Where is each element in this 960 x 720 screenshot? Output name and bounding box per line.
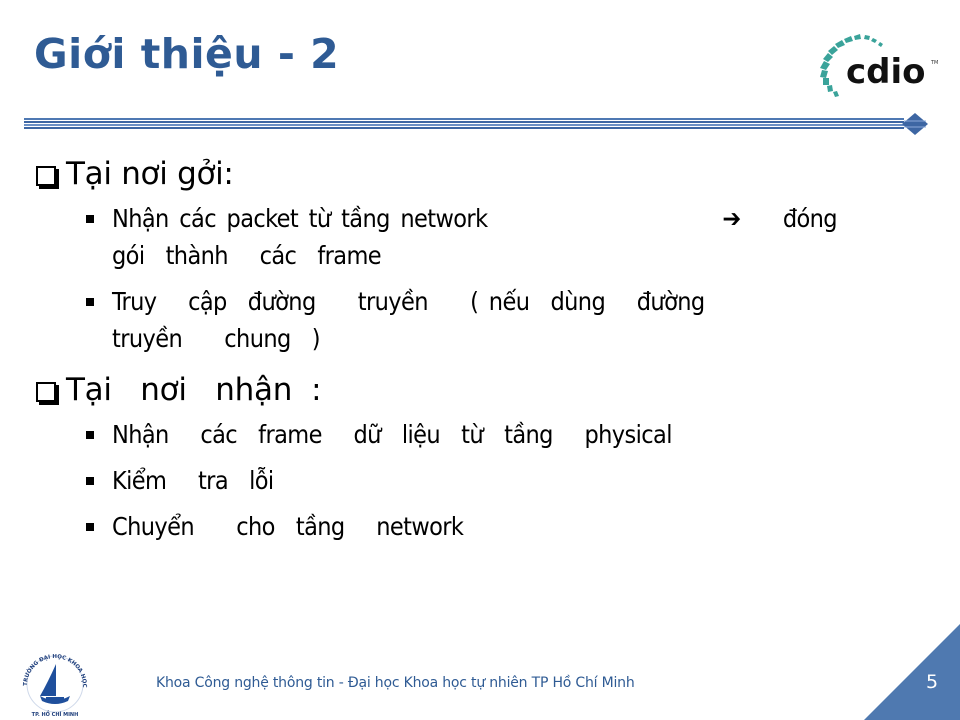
list-item: Chuyển cho tầng network	[36, 508, 866, 545]
square-bullet-icon	[86, 477, 94, 485]
square-bullet-icon	[86, 523, 94, 531]
arrow-right-icon: ➔	[722, 204, 741, 233]
square-bullet-icon	[86, 431, 94, 439]
page-number: 5	[926, 671, 939, 693]
slide-content: Tại nơi gởi: Nhận các packet từ tầng net…	[36, 150, 866, 554]
cdio-logo: cdio TM	[820, 34, 938, 97]
list-item: Nhận các packet từ tầng network ➔ đóng g…	[36, 200, 866, 274]
item-text: truyền chung )	[112, 324, 321, 353]
item-text: Truy cập đường truyền ( nếu dùng đường	[112, 287, 705, 316]
item-text: Chuyển cho tầng network	[112, 512, 464, 541]
diamond-icon	[902, 113, 928, 135]
list-item: Nhận các frame dữ liệu từ tầng physical	[36, 416, 866, 453]
cdio-logo-text: cdio	[846, 52, 926, 92]
trademark: TM	[930, 60, 938, 66]
footer-text: Khoa Công nghệ thông tin - Đại học Khoa …	[156, 675, 635, 691]
item-text: Nhận các packet từ tầng network	[112, 204, 488, 233]
item-text: Kiểm tra lỗi	[112, 466, 274, 495]
square-bullet-icon	[86, 298, 94, 306]
item-text: đóng	[782, 204, 838, 233]
list-item: Truy cập đường truyền ( nếu dùng đường t…	[36, 283, 866, 357]
title-divider	[24, 113, 928, 135]
section-heading-receiver: Tại nơi nhận :	[36, 366, 866, 414]
checkbox-bullet-icon	[36, 381, 56, 402]
section-heading-sender: Tại nơi gởi:	[36, 150, 866, 198]
slide-title: Giới thiệu - 2	[34, 30, 340, 78]
university-logo: TRƯỜNG ĐẠI HỌC KHOA HỌC TỰ NHIÊN TP. HỒ …	[10, 652, 87, 718]
checkbox-bullet-icon	[36, 165, 56, 186]
list-item: Kiểm tra lỗi	[36, 462, 866, 499]
item-text: gói thành các frame	[112, 241, 382, 270]
heading-text: Tại nơi nhận :	[66, 372, 322, 408]
square-bullet-icon	[86, 215, 94, 223]
item-text: Nhận các frame dữ liệu từ tầng physical	[112, 420, 672, 449]
sail-icon	[40, 664, 56, 696]
university-city: TP. HỒ CHÍ MINH	[32, 709, 79, 718]
heading-text: Tại nơi gởi:	[66, 156, 234, 192]
corner-triangle	[864, 624, 960, 720]
